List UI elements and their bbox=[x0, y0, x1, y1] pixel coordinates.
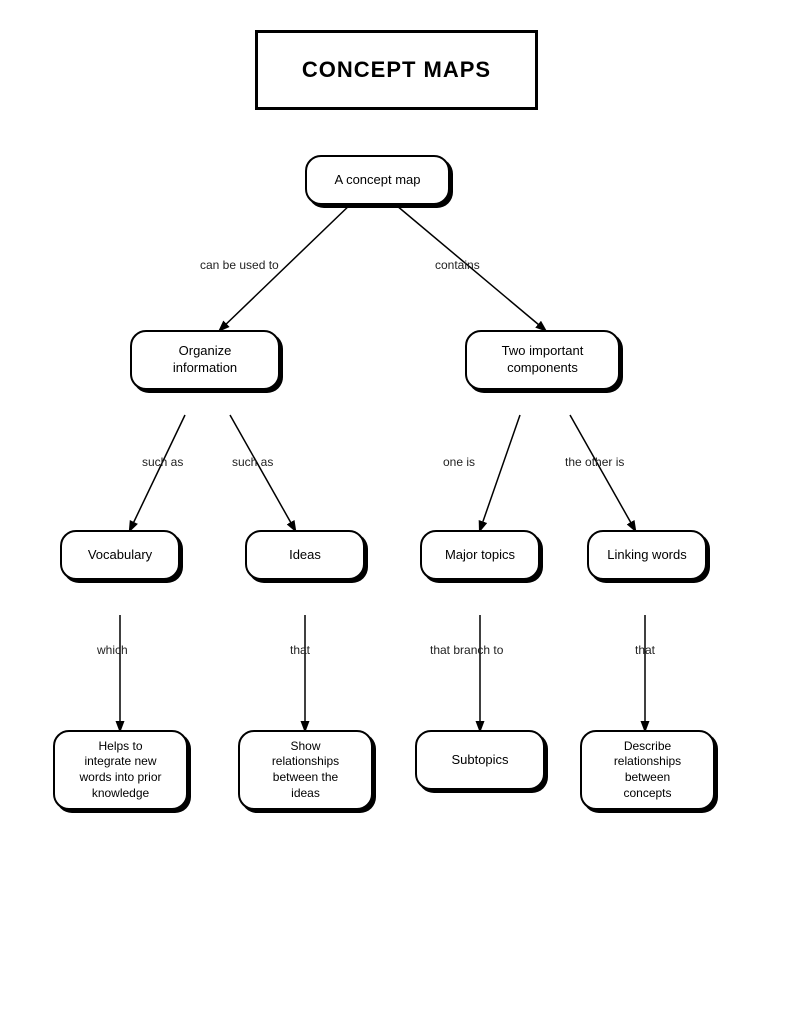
label-can-be-used-to: can be used to bbox=[200, 258, 279, 272]
concept-map-diagram: CONCEPT MAPS A concept map can be used t… bbox=[0, 0, 793, 1024]
node-show-relationships: Show relationships between the ideas bbox=[238, 730, 373, 810]
node-integrate: Helps to integrate new words into prior … bbox=[53, 730, 188, 810]
node-concept-map: A concept map bbox=[305, 155, 450, 205]
node-linking-words: Linking words bbox=[587, 530, 707, 580]
label-such-as-2: such as bbox=[232, 455, 273, 469]
label-that-branch-to: that branch to bbox=[430, 643, 503, 657]
label-contains: contains bbox=[435, 258, 480, 272]
node-vocabulary: Vocabulary bbox=[60, 530, 180, 580]
node-subtopics: Subtopics bbox=[415, 730, 545, 790]
node-major-topics: Major topics bbox=[420, 530, 540, 580]
node-describe: Describe relationships between concepts bbox=[580, 730, 715, 810]
label-one-is: one is bbox=[443, 455, 475, 469]
label-which: which bbox=[97, 643, 128, 657]
node-ideas: Ideas bbox=[245, 530, 365, 580]
label-that-2: that bbox=[635, 643, 655, 657]
title-box: CONCEPT MAPS bbox=[255, 30, 538, 110]
node-organize: Organize information bbox=[130, 330, 280, 390]
label-the-other-is: the other is bbox=[565, 455, 624, 469]
node-two-components: Two important components bbox=[465, 330, 620, 390]
label-that-1: that bbox=[290, 643, 310, 657]
connection-lines bbox=[0, 0, 793, 1024]
label-such-as-1: such as bbox=[142, 455, 183, 469]
